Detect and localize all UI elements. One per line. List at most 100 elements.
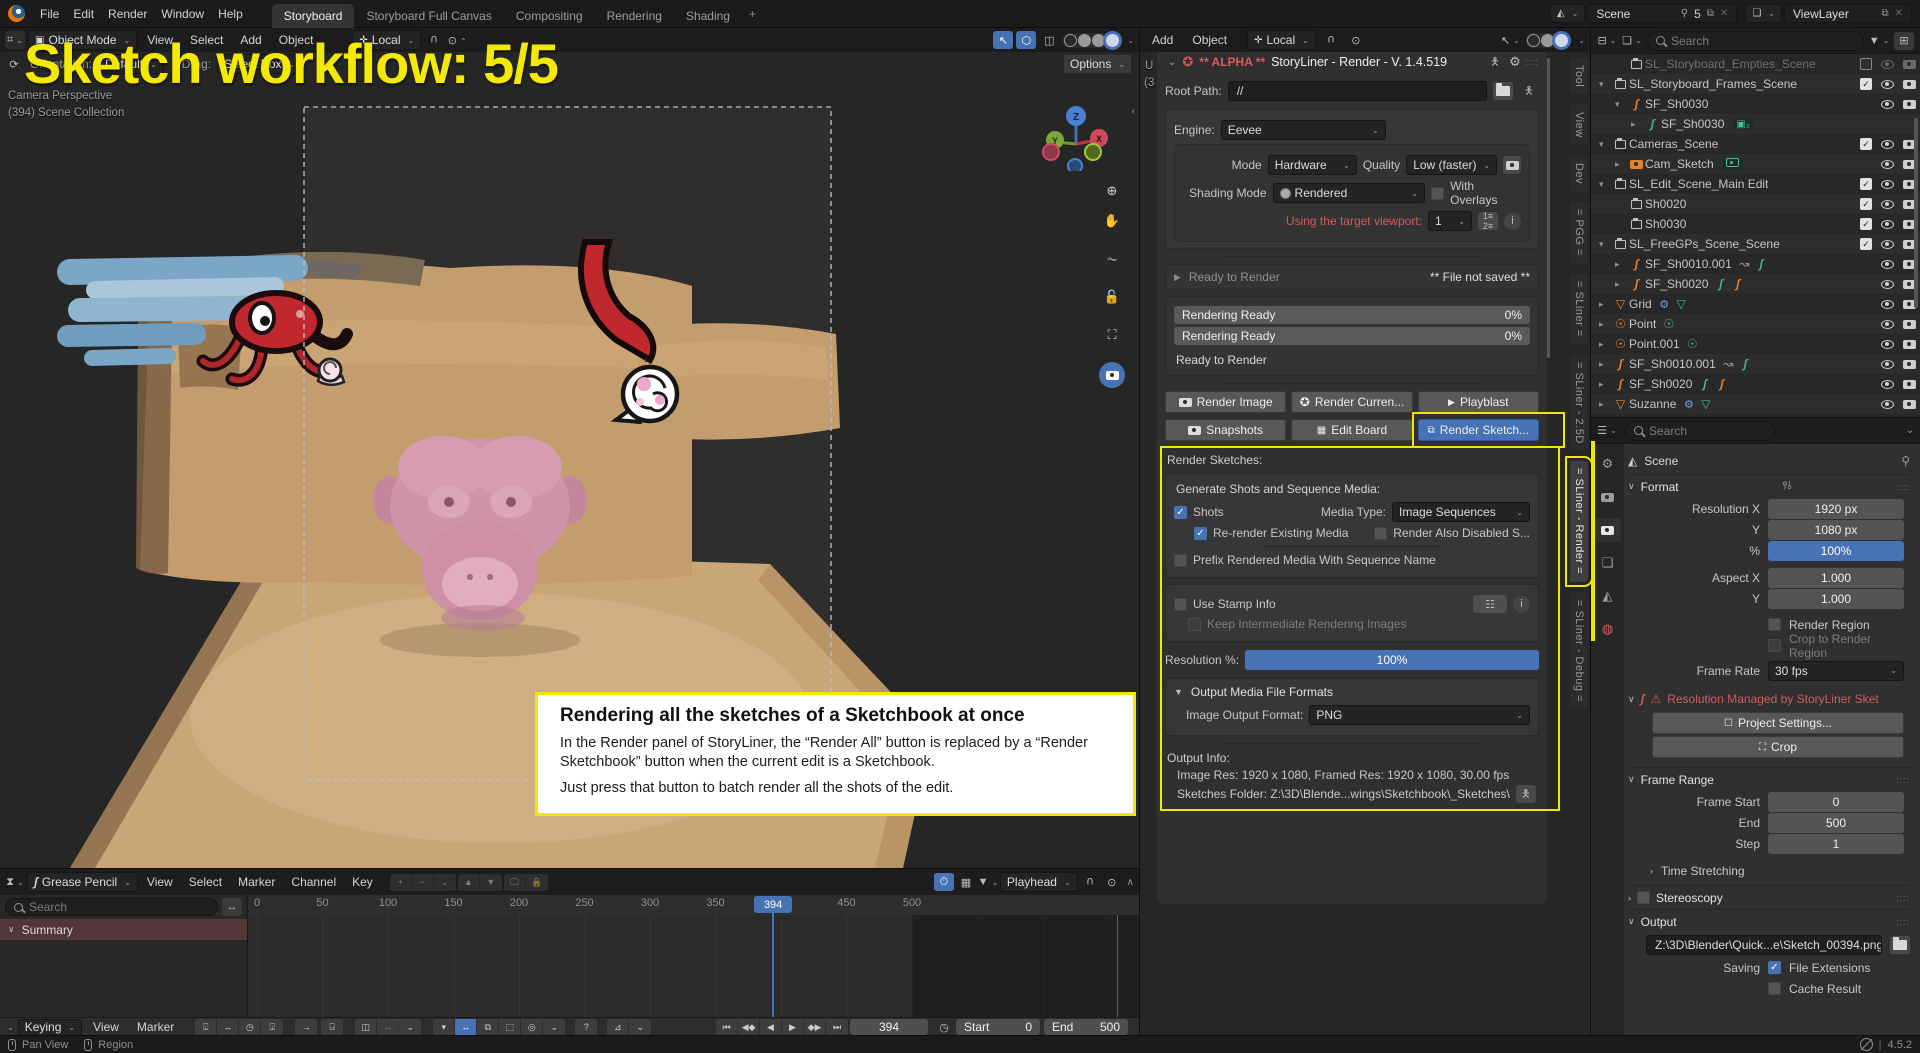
target-icon[interactable]: ◎ (521, 1019, 543, 1036)
view-layer-selector[interactable]: ❏⌄ (1745, 4, 1782, 23)
frame-step-field[interactable]: 1 (1768, 834, 1904, 854)
hide-eye-icon[interactable] (1881, 240, 1894, 249)
workspace-tab-rendering[interactable]: Rendering (595, 4, 674, 28)
channel-search-input[interactable] (29, 900, 209, 914)
snap-magnet-icon[interactable]: ∪ (1321, 31, 1341, 49)
outliner-item-label[interactable]: SF_Sh0020 (1629, 377, 1692, 391)
navigation-gizmo[interactable]: Z Y X (1031, 76, 1121, 171)
resolution-x-field[interactable]: 1920 px (1768, 499, 1904, 519)
camera-view-icon[interactable]: ⏦ (1099, 246, 1125, 272)
workspace-tab-storyboard[interactable]: Storyboard (272, 4, 355, 28)
outliner-item-label[interactable]: Point (1629, 317, 1656, 331)
stamp-icon[interactable]: ⍈ (321, 1019, 343, 1036)
exclude-checkbox[interactable]: ✓ (1860, 218, 1872, 230)
workspace-tab-shading[interactable]: Shading (674, 4, 742, 28)
hide-eye-icon[interactable] (1881, 340, 1894, 349)
remove-key-icon[interactable]: − (412, 874, 434, 891)
time-stretching-label[interactable]: Time Stretching (1661, 864, 1745, 878)
stats-icon[interactable]: ⊿ (607, 1019, 629, 1036)
prev-keyframe-icon[interactable]: ◀◆ (738, 1019, 760, 1036)
hide-eye-icon[interactable] (1881, 400, 1894, 409)
use-stamp-checkbox[interactable] (1174, 598, 1187, 611)
tab-scene[interactable]: ◭ (1595, 584, 1621, 608)
expand-icon[interactable]: ▸ (1615, 279, 1628, 290)
viewport-3d[interactable]: ⌗⌄ ▣Object Mode⌄ View Select Add Object … (0, 28, 1139, 868)
preset-icon[interactable]: ⫯⫰ (1783, 480, 1793, 493)
expand-icon[interactable]: ▸ (1631, 119, 1644, 130)
timeline-menu-view[interactable]: View (140, 875, 180, 889)
nla-icon[interactable]: ◫ (355, 1019, 377, 1036)
tab-render[interactable] (1595, 485, 1621, 509)
paste-icon[interactable]: ⬚ (499, 1019, 521, 1036)
disable-render-icon[interactable] (1903, 80, 1916, 89)
expand-icon[interactable]: ▸ (1599, 319, 1612, 330)
outliner-row[interactable]: ▸☉Point.001☉ (1591, 334, 1920, 354)
forward-icon[interactable]: → (295, 1019, 317, 1036)
pin-icon[interactable]: ⚲ (1681, 8, 1688, 19)
unlock-icon[interactable]: 🔓 (1099, 284, 1125, 310)
expand-icon[interactable]: ▸ (1599, 299, 1612, 310)
render-current-button[interactable]: ✪Render Curren... (1291, 391, 1412, 413)
exclude-checkbox[interactable]: ✓ (1860, 238, 1872, 250)
scene-users-count[interactable]: 5 (1694, 7, 1701, 21)
outliner-row[interactable]: Sh0020✓ (1591, 194, 1920, 214)
move-up-icon[interactable]: ▲ (458, 874, 480, 891)
outliner-row[interactable]: ▾SL_Storyboard_Frames_Scene✓ (1591, 74, 1920, 94)
outliner-item-label[interactable]: SL_Edit_Scene_Main Edit (1629, 177, 1768, 191)
properties-search[interactable] (1625, 421, 1775, 441)
stereoscopy-checkbox[interactable] (1637, 891, 1650, 904)
lock-icon[interactable]: 🔒 (526, 874, 548, 891)
snapshots-button[interactable]: Snapshots (1165, 419, 1286, 441)
resolution-y-field[interactable]: 1080 px (1768, 520, 1904, 540)
shading-rendered-icon[interactable] (1555, 34, 1568, 47)
outliner-item-label[interactable]: Grid (1629, 297, 1652, 311)
workspace-tab-storyboard-full-canvas[interactable]: Storyboard Full Canvas (354, 4, 503, 28)
outliner-row[interactable]: SL_Storyboard_Empties_Scene (1591, 54, 1920, 74)
panel-scrollbar[interactable] (1547, 58, 1550, 888)
expand-icon[interactable]: ▸ (1615, 259, 1628, 270)
snap-magnet-icon[interactable]: ∪ (1080, 873, 1100, 891)
sidebar-tab-sliner-render[interactable]: = SLiner - Render = (1570, 461, 1588, 581)
properties-editor-type-button[interactable]: ☰⌄ (1597, 422, 1617, 440)
shots-checkbox[interactable]: ✓ (1174, 506, 1187, 519)
mode-dropdown[interactable]: Hardware⌄ (1268, 155, 1357, 175)
menu-file[interactable]: File (33, 7, 66, 21)
shading-material-icon[interactable] (1092, 34, 1105, 47)
shading-wireframe-icon[interactable] (1527, 34, 1540, 47)
outliner-item-label[interactable]: Cameras_Scene (1629, 137, 1718, 151)
snap-target-dropdown[interactable]: Playhead⌄ (1000, 872, 1078, 892)
copy-icon[interactable]: ⧉ (1881, 8, 1888, 19)
stopwatch-icon[interactable]: ◷ (934, 1018, 954, 1036)
engine-dropdown[interactable]: Eevee⌄ (1221, 120, 1386, 140)
jump-marker-icon[interactable]: ⍗ (261, 1019, 283, 1036)
outliner-row[interactable]: ▸▽Grid⚙▽ (1591, 294, 1920, 314)
open-folder-icon[interactable]: 🯅 (1519, 82, 1539, 100)
outliner-item-label[interactable]: Suzanne (1629, 397, 1676, 411)
outliner-row[interactable]: ▸ʃSF_Sh0020ʃʃ (1591, 374, 1920, 394)
blender-logo-icon[interactable] (8, 5, 25, 22)
expand-icon[interactable]: ▸ (1599, 359, 1612, 370)
play-reverse-icon[interactable]: ◀ (760, 1019, 782, 1036)
outliner-row[interactable]: ▾SL_Edit_Scene_Main Edit✓ (1591, 174, 1920, 194)
exclude-checkbox[interactable] (1860, 58, 1872, 70)
shading-solid-icon[interactable] (1078, 34, 1091, 47)
playblast-button[interactable]: ▶Playblast (1418, 391, 1539, 413)
hide-eye-icon[interactable] (1881, 220, 1894, 229)
xray-toggle-icon[interactable]: ◫ (1039, 31, 1059, 49)
disable-render-icon[interactable] (1903, 100, 1916, 109)
outliner-search[interactable] (1647, 31, 1864, 51)
outliner-row[interactable]: ▸☉Point☉ (1591, 314, 1920, 334)
hide-eye-icon[interactable] (1881, 80, 1894, 89)
next-keyframe-icon[interactable]: ◆▶ (804, 1019, 826, 1036)
keying-dropdown[interactable]: Keying⌄ (18, 1019, 82, 1036)
editor-type-button[interactable]: ⧗⌄ (5, 873, 25, 891)
frame-rate-dropdown[interactable]: 30 fps⌄ (1768, 661, 1904, 681)
expand-icon[interactable]: ▾ (1599, 239, 1612, 250)
filter-funnel-icon[interactable]: ▼⌄ (1869, 32, 1889, 50)
outliner-item-label[interactable]: SL_Storyboard_Empties_Scene (1645, 57, 1816, 71)
close-icon[interactable]: ✕ (1895, 8, 1903, 19)
zoom-icon[interactable]: ⊕ (1099, 178, 1125, 204)
outliner-row[interactable]: ▾Cameras_Scene✓ (1591, 134, 1920, 154)
expand-width-icon[interactable]: ↔ (222, 898, 242, 916)
folder-icon[interactable] (1890, 936, 1910, 954)
